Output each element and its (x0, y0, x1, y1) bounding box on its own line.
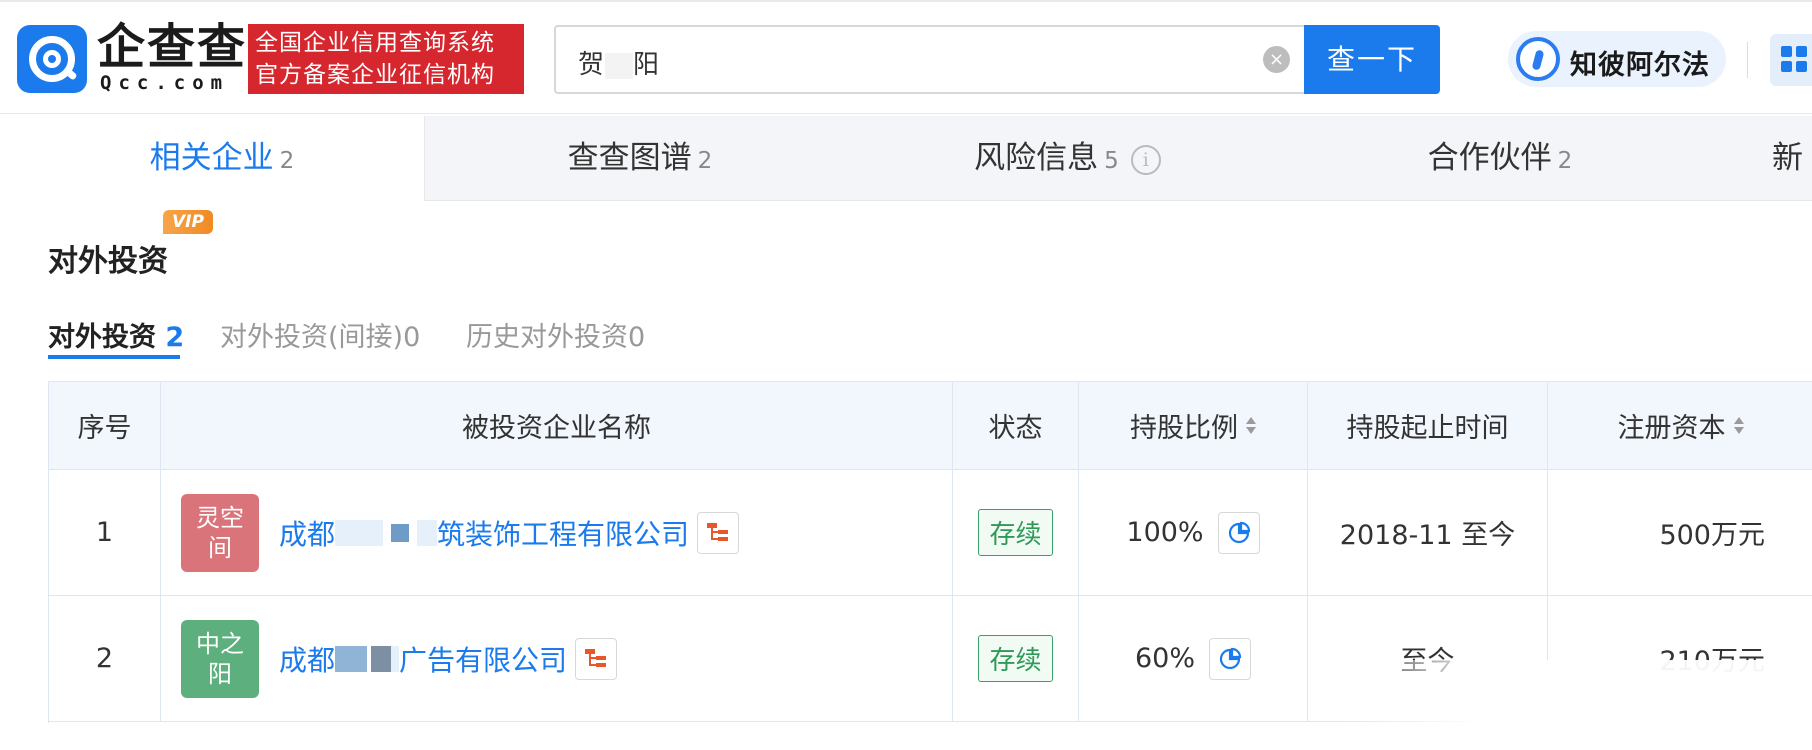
header-status: 状态 (953, 382, 1079, 470)
company-name-link[interactable]: 成都 广告有限公司 (279, 639, 567, 679)
company-name-cell: 中之阳 成都 广告有限公司 (161, 596, 953, 722)
header-period: 持股起止时间 (1308, 382, 1548, 470)
subtab-direct-investment[interactable]: 对外投资 2 (48, 315, 184, 354)
badge-line-2: 官方备案企业征信机构 (255, 62, 495, 88)
ai-logo-icon (1516, 37, 1560, 81)
equity-tree-icon[interactable] (697, 511, 740, 554)
sort-icon[interactable] (1246, 415, 1256, 437)
share-ratio-cell: 100% (1079, 470, 1308, 596)
row-index: 2 (49, 596, 161, 722)
ai-assistant-button[interactable]: 知彼阿尔法 (1508, 31, 1726, 87)
status-cell: 存续 (953, 470, 1079, 596)
pie-chart-icon[interactable] (1209, 637, 1251, 680)
company-name-cell: 灵空间 成都 筑装饰工程有限公司 (161, 470, 953, 596)
sort-icon[interactable] (1733, 415, 1744, 437)
logo-subtitle: Qcc.com (100, 72, 230, 94)
status-cell: 存续 (953, 596, 1079, 722)
masked-text (391, 523, 410, 542)
company-logo[interactable]: 灵空间 (181, 493, 259, 572)
section-title: 对外投资 (48, 244, 168, 279)
share-ratio-value: 100% (1126, 517, 1204, 548)
share-ratio-cell: 60% (1079, 596, 1308, 722)
masked-text (417, 519, 438, 546)
header-share-ratio[interactable]: 持股比例 (1079, 382, 1308, 470)
equity-tree-icon[interactable] (575, 637, 618, 680)
subtab-history-investment[interactable]: 历史对外投资0 (466, 315, 645, 354)
search-value: 贺阳 (578, 50, 661, 80)
header-registered-capital[interactable]: 注册资本 (1548, 382, 1812, 470)
tab-partners[interactable]: 合作伙伴 2 (1280, 116, 1720, 201)
clear-icon[interactable]: × (1263, 46, 1290, 73)
tab-bar: 相关企业 2 查查图谱 2 风险信息 5 i 合作伙伴 2 新 (20, 116, 1812, 201)
badge-line-1: 全国企业信用查询系统 (255, 30, 495, 56)
table-header-row: 序号 被投资企业名称 状态 持股比例 持股起止时间 注册资本 (49, 382, 1812, 470)
status-badge: 存续 (978, 509, 1053, 556)
info-icon[interactable]: i (1130, 144, 1161, 175)
header-divider (1747, 42, 1748, 78)
search-input[interactable]: 贺阳 × (554, 25, 1306, 94)
vip-badge: VIP (163, 210, 213, 234)
masked-text (605, 52, 634, 79)
header-company-name: 被投资企业名称 (161, 382, 953, 470)
row-index: 1 (49, 470, 161, 596)
active-subtab-indicator (48, 355, 180, 359)
ai-assistant-label: 知彼阿尔法 (1570, 50, 1710, 81)
tab-more[interactable]: 新 (1772, 116, 1812, 201)
masked-text (335, 519, 384, 546)
masked-text (371, 645, 392, 672)
search-button[interactable]: 查一下 (1304, 25, 1440, 94)
pie-chart-icon[interactable] (1217, 511, 1260, 554)
company-name-link[interactable]: 成都 筑装饰工程有限公司 (279, 513, 689, 553)
apps-grid-icon[interactable] (1770, 34, 1812, 86)
company-logo[interactable]: 中之阳 (181, 619, 259, 698)
qcc-logo-icon[interactable] (17, 25, 87, 93)
table-row: 1 灵空间 成都 筑装饰工程有限公司 存续 100% 2018-11 至今 500… (49, 470, 1812, 596)
tab-related-companies[interactable]: 相关企业 2 (20, 116, 425, 201)
tab-risk-info[interactable]: 风险信息 5 i (855, 116, 1280, 201)
status-badge: 存续 (978, 635, 1053, 682)
logo-text[interactable]: 企查查 (97, 20, 247, 74)
masked-text (335, 645, 368, 672)
official-badge: 全国企业信用查询系统 官方备案企业征信机构 (248, 24, 524, 94)
header-index: 序号 (49, 382, 161, 470)
share-ratio-value: 60% (1134, 643, 1195, 674)
subtab-indirect-investment[interactable]: 对外投资(间接)0 (220, 315, 420, 354)
capital-cell: 500万元 (1548, 470, 1812, 596)
tab-graph[interactable]: 查查图谱 2 (425, 116, 855, 201)
period-cell: 2018-11 至今 (1308, 470, 1548, 596)
masked-text (391, 645, 400, 672)
top-header: 企查查 Qcc.com 全国企业信用查询系统 官方备案企业征信机构 贺阳 × 查… (0, 0, 1812, 114)
watermark-overlay (1340, 660, 1812, 722)
